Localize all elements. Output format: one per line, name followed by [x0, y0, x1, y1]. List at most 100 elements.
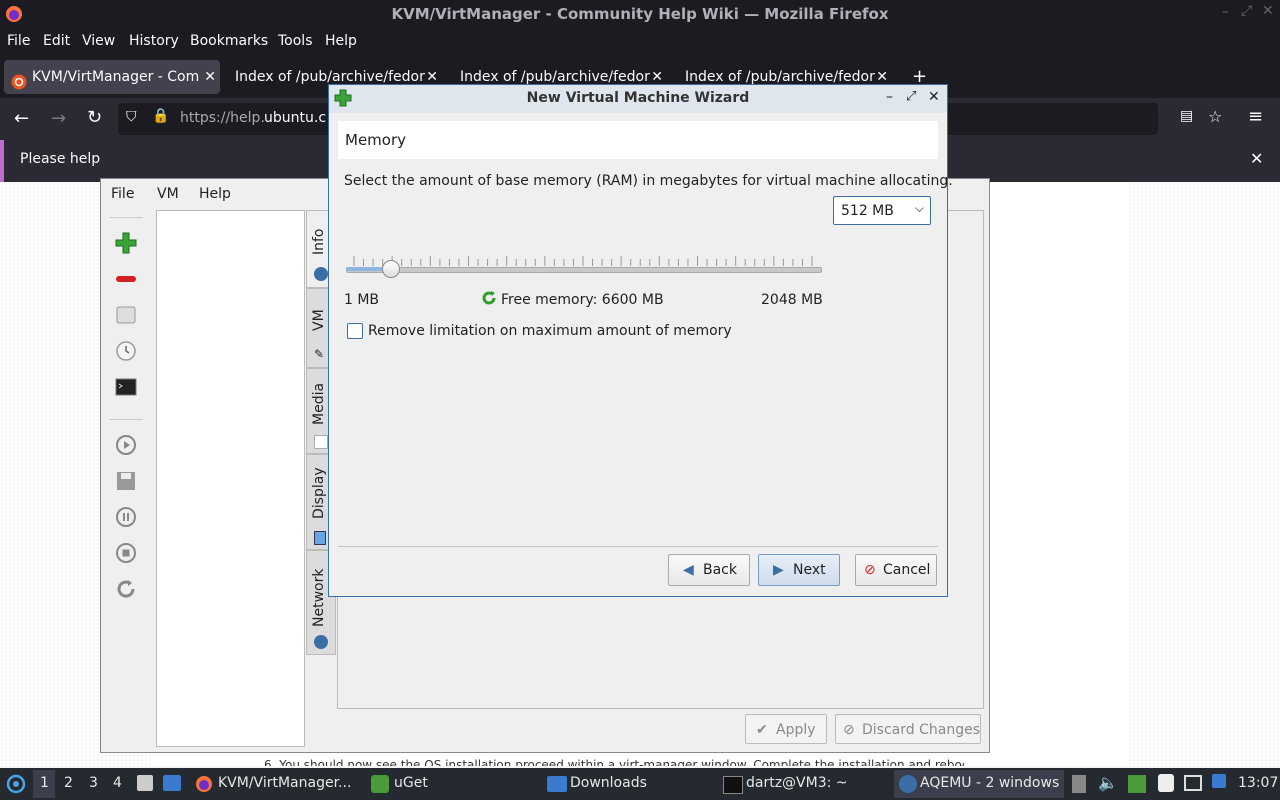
uget-icon — [371, 775, 389, 793]
remove-limit-checkbox[interactable] — [347, 323, 363, 339]
refresh-green-icon — [481, 290, 497, 306]
tab-label: KVM/VirtManager - Comm — [32, 69, 200, 85]
bookmark-star-icon[interactable]: ☆ — [1208, 107, 1222, 126]
minimize-icon[interactable]: – — [1222, 4, 1229, 20]
menu-edit[interactable]: Edit — [43, 33, 70, 49]
task-terminal[interactable]: dartz@VM3: ~ — [720, 770, 890, 798]
workspace-2[interactable]: 2 — [64, 775, 73, 791]
wizard-minimize-icon[interactable]: – — [886, 89, 893, 105]
menu-tools[interactable]: Tools — [278, 33, 313, 49]
discard-label: Discard Changes — [862, 722, 980, 738]
pause-icon[interactable] — [114, 505, 138, 529]
memory-slider[interactable] — [346, 255, 822, 279]
url-text-host: ubuntu.c — [264, 110, 327, 126]
vm-menu-file[interactable]: File — [111, 186, 134, 202]
menu-file[interactable]: File — [7, 33, 30, 49]
back-label: Back — [703, 562, 737, 578]
folder-icon — [547, 776, 567, 792]
remove-limit-label[interactable]: Remove limitation on maximum amount of m… — [368, 323, 732, 339]
menu-history[interactable]: History — [129, 33, 179, 49]
reload-icon[interactable]: ↻ — [87, 107, 102, 128]
task-label: dartz@VM3: ~ — [746, 775, 848, 791]
task-firefox[interactable]: KVM/VirtManager... — [192, 770, 362, 798]
close-notification-icon[interactable]: ✕ — [1250, 149, 1263, 168]
task-label: uGet — [394, 775, 428, 791]
workspace-1[interactable]: 1 — [33, 770, 55, 798]
vm-menu-vm[interactable]: VM — [157, 186, 179, 202]
slider-handle[interactable] — [381, 260, 400, 278]
stop-icon[interactable] — [114, 541, 138, 565]
close-tab-icon[interactable]: ✕ — [204, 60, 216, 94]
next-label: Next — [793, 562, 826, 578]
firefox-icon — [195, 775, 213, 793]
aqemu-icon — [899, 775, 917, 793]
forward-arrow-icon[interactable]: → — [51, 108, 66, 129]
desktop-launcher-icon[interactable] — [163, 775, 181, 791]
start-menu-icon[interactable] — [6, 774, 26, 794]
menu-help[interactable]: Help — [325, 33, 357, 49]
tab-kvm-virtmanager[interactable]: KVM/VirtManager - Comm ✕ — [4, 60, 220, 94]
play-icon[interactable] — [114, 433, 138, 457]
apply-button[interactable]: ✔ Apply — [745, 714, 827, 744]
toolbar-separator — [109, 217, 143, 218]
cancel-button[interactable]: ⊘ Cancel — [855, 554, 937, 586]
task-downloads[interactable]: Downloads — [544, 770, 714, 798]
cancel-label: Cancel — [883, 562, 931, 578]
close-window-icon[interactable]: ✕ — [1262, 3, 1274, 19]
notifications-icon[interactable] — [1212, 774, 1226, 788]
check-icon: ✔ — [756, 722, 768, 738]
memory-select[interactable]: 512 MB ⌵ — [833, 196, 931, 225]
reader-view-icon[interactable]: ▤ — [1180, 108, 1193, 124]
remove-vm-icon[interactable] — [114, 267, 138, 291]
slider-track — [346, 267, 822, 273]
shield-icon[interactable]: ⛉ — [126, 109, 137, 125]
maximize-icon[interactable]: ⤢ — [1241, 3, 1252, 19]
wizard-maximize-icon[interactable]: ⤢ — [906, 89, 916, 104]
display-icon — [314, 531, 326, 545]
vm-list[interactable] — [156, 210, 305, 747]
back-arrow-icon[interactable]: ← — [14, 108, 29, 129]
clock: 13:07 — [1238, 775, 1279, 791]
task-label: KVM/VirtManager... — [218, 775, 352, 791]
task-uget[interactable]: uGet — [368, 770, 538, 798]
vm-menu-help[interactable]: Help — [199, 186, 231, 202]
wizard-close-icon[interactable]: ✕ — [928, 89, 940, 105]
terminal-icon[interactable] — [114, 375, 138, 399]
section-title: Memory — [345, 131, 407, 149]
volume-icon[interactable]: 🔈 — [1098, 773, 1118, 792]
lock-icon[interactable]: 🔒 — [152, 108, 169, 124]
tray-app-icon[interactable] — [1128, 775, 1146, 793]
workspace-label: 1 — [40, 775, 49, 791]
wizard-titlebar: New Virtual Machine Wizard – ⤢ ✕ — [329, 85, 947, 113]
taskbar: 1 2 3 4 KVM/VirtManager... uGet Download… — [0, 768, 1280, 800]
add-vm-icon[interactable] — [114, 231, 138, 255]
workspace-3[interactable]: 3 — [89, 775, 98, 791]
tab-label: Media — [311, 382, 327, 425]
display-tray-icon[interactable] — [1184, 775, 1202, 791]
menu-view[interactable]: View — [82, 33, 115, 49]
refresh-icon[interactable] — [114, 577, 138, 601]
ubuntu-icon — [11, 69, 27, 90]
tray-disk-icon[interactable] — [1072, 775, 1086, 793]
memory-select-value: 512 MB — [841, 203, 894, 219]
task-aqemu[interactable]: AQEMU - 2 windows — [894, 770, 1064, 798]
workspace-4[interactable]: 4 — [113, 775, 122, 791]
disk-icon[interactable] — [114, 303, 138, 327]
save-icon[interactable] — [114, 469, 138, 493]
clipboard-icon[interactable] — [1158, 774, 1174, 792]
media-icon — [314, 435, 328, 449]
next-arrow-icon: ▶ — [773, 562, 784, 578]
hamburger-menu-icon[interactable]: ≡ — [1248, 106, 1263, 127]
menu-bookmarks[interactable]: Bookmarks — [190, 33, 268, 49]
task-label: Downloads — [570, 775, 647, 791]
next-button[interactable]: ▶ Next — [758, 554, 840, 586]
toolbar-separator — [109, 419, 143, 420]
files-launcher-icon[interactable] — [137, 775, 153, 791]
clock-icon[interactable] — [114, 339, 138, 363]
discard-changes-button[interactable]: ⊘ Discard Changes — [835, 714, 981, 744]
network-icon — [314, 635, 328, 649]
apply-label: Apply — [776, 722, 816, 738]
slider-ticks — [353, 256, 813, 266]
cancel-icon: ⊘ — [864, 562, 876, 578]
back-button[interactable]: ◀ Back — [668, 554, 750, 586]
